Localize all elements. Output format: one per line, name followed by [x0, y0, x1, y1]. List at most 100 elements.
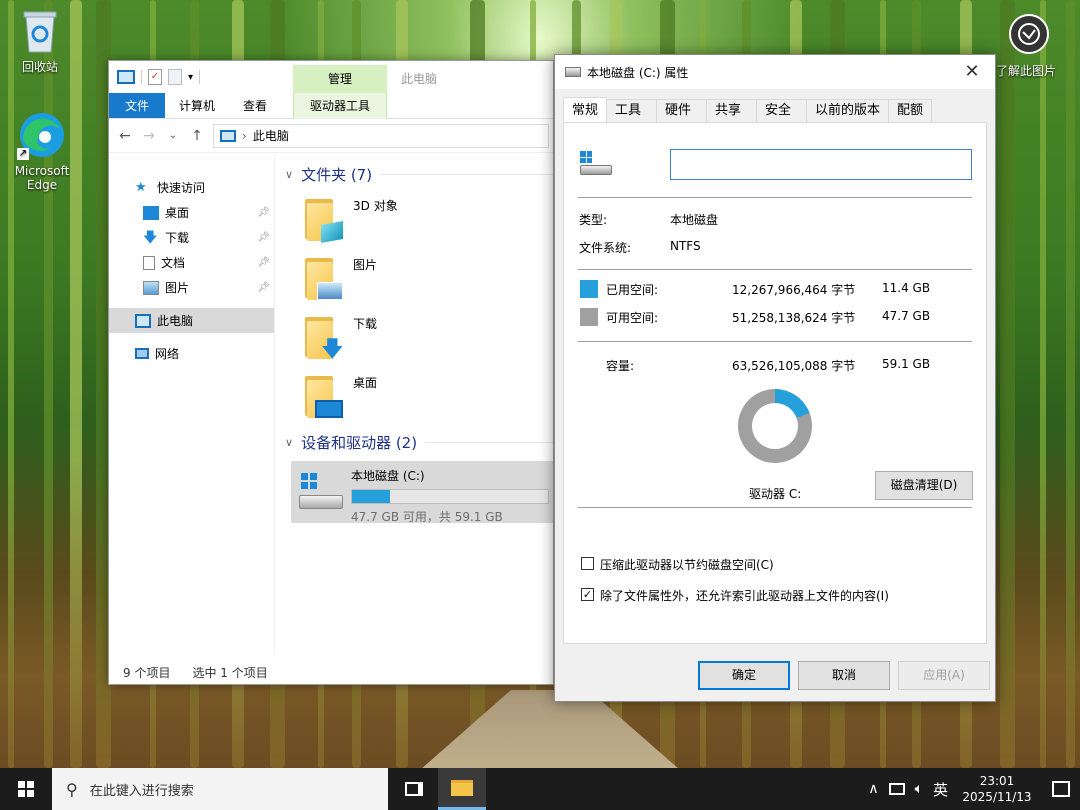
tab-previous-versions[interactable]: 以前的版本 — [806, 99, 890, 123]
tab-tools[interactable]: 工具 — [606, 99, 658, 123]
volume-icon[interactable]: 🔈︎ — [915, 781, 923, 797]
nav-quick-access[interactable]: ★ 快速访问 — [109, 175, 274, 200]
free-space-bytes: 51,258,138,624 字节 — [732, 311, 856, 325]
drive-icon — [565, 67, 581, 77]
dialog-tabs: 常规 工具 硬件 共享 安全 以前的版本 配额 — [563, 97, 933, 123]
cancel-button[interactable]: 取消 — [798, 661, 890, 690]
nav-this-pc[interactable]: 此电脑 — [109, 308, 274, 333]
recent-locations-chevron-icon[interactable]: ⌄ — [165, 130, 181, 141]
nav-desktop[interactable]: 桌面 📌︎ — [109, 200, 274, 225]
pin-icon[interactable]: 📌︎ — [257, 207, 270, 218]
nav-pictures[interactable]: 图片 📌︎ — [109, 275, 274, 300]
chevron-up-icon[interactable]: ∧ — [868, 781, 878, 797]
camera-icon[interactable] — [1009, 14, 1049, 54]
drive-name: 本地磁盘 (C:) — [351, 469, 425, 483]
type-label: 类型: — [579, 213, 608, 227]
drive-free-text: 47.7 GB 可用，共 59.1 GB — [351, 510, 503, 524]
index-label[interactable]: 除了文件属性外，还允许索引此驱动器上文件的内容(I) — [600, 587, 889, 604]
group-header-devices[interactable]: ∨ 设备和驱动器 (2) — [279, 427, 553, 457]
apply-button[interactable]: 应用(A) — [898, 661, 990, 690]
chevron-down-icon: ∨ — [285, 167, 294, 181]
network-icon[interactable] — [888, 783, 905, 795]
task-view-button[interactable] — [390, 768, 438, 810]
index-checkbox[interactable]: ✓ — [581, 588, 594, 601]
content-pane: ∨ 文件夹 (7) 3D 对象 图片 🡇 下载 桌面 ∨ 设备和驱动器 (2) … — [279, 155, 553, 653]
tab-drive-tools[interactable]: 驱动器工具 — [293, 93, 387, 119]
download-arrow-icon: 🡇 — [143, 229, 158, 246]
ok-button[interactable]: 确定 — [698, 661, 790, 690]
tab-security[interactable]: 安全 — [756, 99, 808, 123]
tab-view[interactable]: 查看 — [229, 93, 281, 118]
folder-pictures-icon — [303, 256, 343, 300]
nav-downloads[interactable]: 🡇 下载 📌︎ — [109, 225, 274, 250]
properties-icon[interactable]: ✓ — [148, 69, 162, 85]
back-arrow-icon[interactable]: ← — [117, 128, 133, 144]
type-value: 本地磁盘 — [670, 213, 719, 227]
notification-icon[interactable] — [1052, 781, 1070, 797]
breadcrumb-this-pc[interactable]: 此电脑 — [253, 127, 289, 144]
used-space-swatch — [580, 280, 598, 298]
learn-about-picture-label[interactable]: 了解此图片 — [996, 62, 1056, 79]
free-space-size: 47.7 GB — [882, 309, 931, 323]
local-disk-icon — [297, 473, 345, 513]
nav-network[interactable]: 网络 — [109, 341, 274, 366]
forward-arrow-icon[interactable]: → — [141, 128, 157, 144]
edge-shortcut[interactable]: ↗ Microsoft Edge — [4, 110, 80, 192]
drive-label-input[interactable] — [670, 149, 972, 180]
taskbar-file-explorer[interactable] — [438, 768, 486, 810]
drive-item-c[interactable]: 本地磁盘 (C:) 47.7 GB 可用，共 59.1 GB — [291, 461, 553, 524]
new-folder-icon[interactable] — [168, 69, 182, 85]
folder-item-pictures[interactable]: 图片 — [279, 248, 553, 307]
nav-this-pc-label: 此电脑 — [157, 314, 194, 328]
clock[interactable]: 23:01 2025/11/13 — [958, 773, 1036, 805]
pin-icon[interactable]: 📌︎ — [257, 257, 270, 268]
used-space-size: 11.4 GB — [882, 281, 931, 295]
divider — [578, 197, 972, 198]
customize-qat-icon[interactable]: ▾ — [188, 72, 193, 83]
nav-quick-access-label: 快速访问 — [157, 181, 206, 195]
disk-usage-donut — [738, 389, 812, 463]
window-title: 此电脑 — [401, 72, 438, 86]
tab-sharing[interactable]: 共享 — [706, 99, 758, 123]
pin-icon[interactable]: 📌︎ — [257, 232, 270, 243]
tab-file[interactable]: 文件 — [109, 93, 166, 118]
tab-computer[interactable]: 计算机 — [165, 93, 229, 118]
taskbar-search-box[interactable]: ⚲ 在此键入进行搜索 — [52, 768, 388, 810]
compress-checkbox[interactable] — [581, 557, 594, 570]
group-header-folders[interactable]: ∨ 文件夹 (7) — [279, 159, 553, 189]
drive-letter-label: 驱动器 C: — [749, 487, 802, 501]
folder-item-downloads[interactable]: 🡇 下载 — [279, 307, 553, 366]
tab-quota[interactable]: 配额 — [888, 99, 933, 123]
group-header-folders-label: 文件夹 (7) — [301, 165, 373, 184]
folder-3d-objects-icon — [303, 197, 343, 243]
pin-icon[interactable]: 📌︎ — [257, 282, 270, 293]
tab-general[interactable]: 常规 — [563, 97, 608, 123]
bamboo-stalk — [1000, 0, 1015, 768]
recycle-bin-shortcut[interactable]: 回收站 — [2, 8, 78, 75]
nav-downloads-label: 下载 — [165, 231, 190, 245]
divider — [578, 269, 972, 270]
navigation-bar: ← → ⌄ ↑ › 此电脑 — [109, 119, 553, 153]
compress-label[interactable]: 压缩此驱动器以节约磁盘空间(C) — [600, 556, 774, 573]
folder-name: 桌面 — [353, 376, 378, 390]
ime-indicator[interactable]: 英 — [933, 779, 948, 800]
drive-usage-fill — [352, 490, 390, 503]
dialog-title-bar: 本地磁盘 (C:) 属性 — [555, 55, 995, 89]
divider — [425, 441, 553, 443]
filesystem-value: NTFS — [670, 239, 701, 253]
folder-item-desktop[interactable]: 桌面 — [279, 366, 553, 425]
folder-item-3d-objects[interactable]: 3D 对象 — [279, 189, 553, 248]
address-bar[interactable]: › 此电脑 — [213, 123, 549, 148]
recycle-bin-label: 回收站 — [21, 60, 58, 74]
network-icon — [135, 348, 149, 359]
close-icon[interactable]: ✕ — [957, 59, 987, 85]
up-arrow-icon[interactable]: ↑ — [189, 128, 205, 144]
breadcrumb-chevron-icon[interactable]: › — [242, 129, 247, 143]
drive-usage-bar — [351, 489, 549, 504]
windows-logo-icon — [18, 781, 34, 797]
nav-documents[interactable]: 文档 📌︎ — [109, 250, 274, 275]
tab-hardware[interactable]: 硬件 — [656, 99, 708, 123]
start-button[interactable] — [0, 768, 52, 810]
disk-cleanup-button[interactable]: 磁盘清理(D) — [875, 471, 973, 500]
desktop-icon — [143, 205, 159, 220]
